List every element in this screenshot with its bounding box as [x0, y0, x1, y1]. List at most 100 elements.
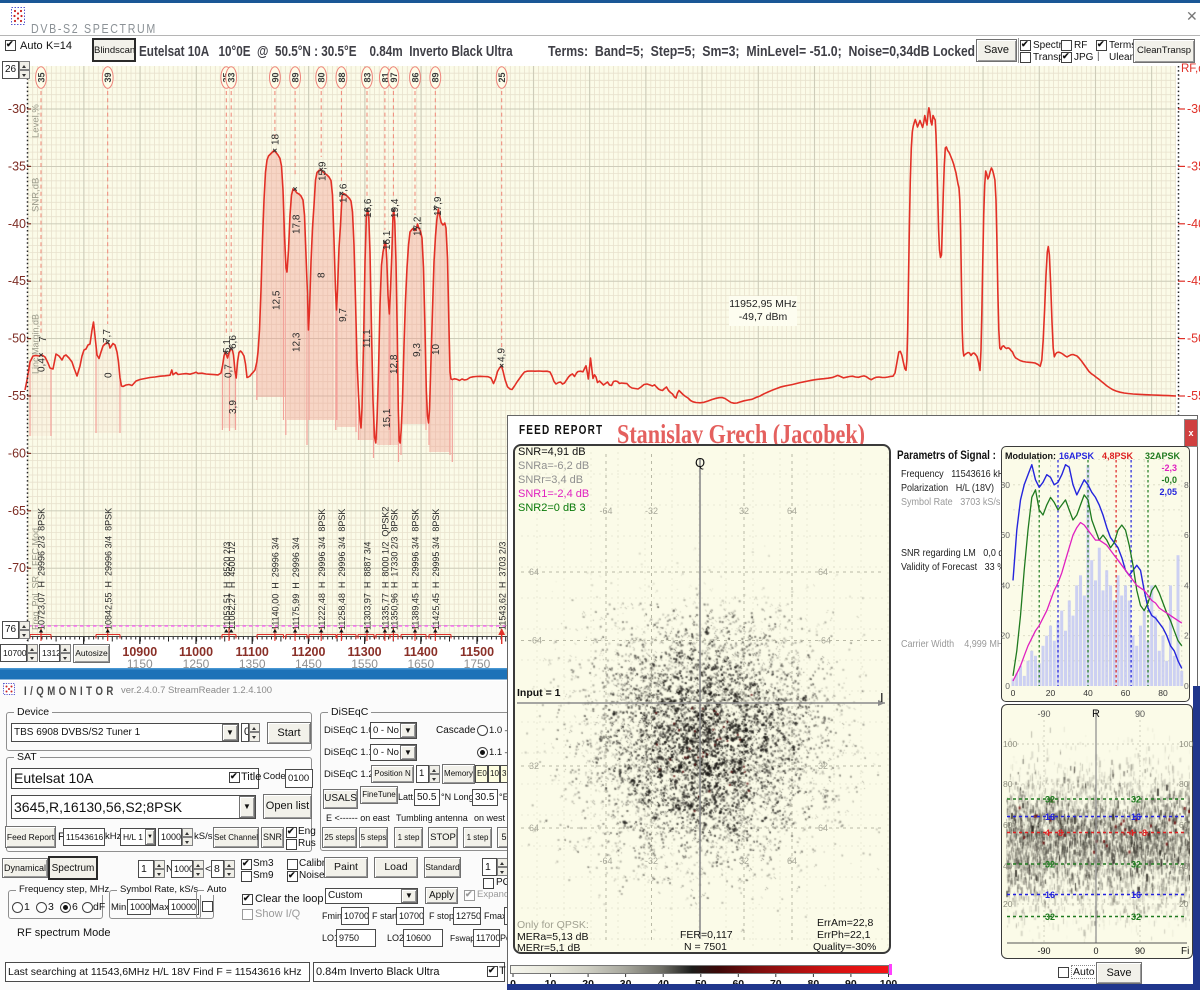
svg-text:90: 90 [1135, 709, 1145, 719]
svg-text:80: 80 [1003, 779, 1013, 789]
svg-text:Modulation:: Modulation: [1005, 451, 1056, 461]
svg-text:11425,45 H 29995 3/4 8PSK: 11425,45 H 29995 3/4 8PSK [431, 509, 441, 630]
svg-text:40: 40 [1179, 861, 1189, 871]
svg-text:40: 40 [1184, 580, 1190, 590]
svg-text:10: 10 [431, 343, 442, 355]
svg-text:-35: -35 [1187, 159, 1200, 173]
svg-text:-32: -32 [645, 856, 658, 866]
svg-text:20: 20 [1003, 899, 1013, 909]
svg-text:60: 60 [1179, 820, 1189, 830]
svg-text:64: 64 [529, 823, 539, 833]
svg-text:64: 64 [787, 506, 797, 516]
svg-text:16APSK: 16APSK [1059, 451, 1095, 461]
svg-text:7,7: 7,7 [102, 329, 113, 343]
svg-text:0: 0 [1184, 681, 1189, 691]
svg-text:11350,96 H 17330 2/3 8PSK: 11350,96 H 17330 2/3 8PSK [390, 509, 400, 630]
svg-text:80: 80 [1184, 480, 1190, 490]
svg-text:32APSK: 32APSK [1145, 451, 1181, 461]
svg-text:32: 32 [1131, 912, 1141, 922]
svg-text:88: 88 [337, 72, 347, 82]
svg-text:11,1: 11,1 [362, 329, 373, 348]
svg-text:11062,27 H 4500 1/2: 11062,27 H 4500 1/2 [227, 542, 237, 630]
svg-text:-32: -32 [645, 506, 658, 516]
svg-text:11222,48 H 29996 3/4 8PSK: 11222,48 H 29996 3/4 8PSK [317, 509, 327, 630]
svg-text:9,7: 9,7 [338, 308, 349, 322]
svg-text:80: 80 [1158, 688, 1168, 698]
svg-text:18: 18 [271, 133, 282, 145]
svg-text:10723,07 H 29996 2/3 8PSK: 10723,07 H 29996 2/3 8PSK [37, 508, 47, 630]
svg-text:0: 0 [1093, 946, 1098, 956]
svg-text:4,9: 4,9 [497, 348, 508, 362]
svg-text:80: 80 [1179, 779, 1189, 789]
svg-text:100: 100 [1003, 739, 1017, 749]
svg-text:-64: -64 [599, 506, 612, 516]
svg-text:-35: -35 [8, 159, 26, 173]
svg-text:-50: -50 [1187, 332, 1200, 346]
svg-text:11543,62 H 3703 2/3: 11543,62 H 3703 2/3 [498, 542, 508, 630]
svg-text:20: 20 [1046, 688, 1056, 698]
svg-text:32: 32 [739, 506, 749, 516]
svg-text:40: 40 [1001, 580, 1010, 590]
svg-text:25: 25 [497, 72, 507, 82]
svg-text:-45: -45 [1187, 274, 1200, 288]
svg-text:19,4: 19,4 [390, 198, 401, 218]
svg-text:-64: -64 [599, 856, 612, 866]
svg-text:64: 64 [818, 567, 828, 577]
svg-text:60: 60 [1003, 820, 1013, 830]
svg-text:20: 20 [1179, 899, 1189, 909]
svg-text:32: 32 [529, 761, 539, 771]
svg-text:12,5: 12,5 [272, 290, 283, 310]
svg-text:-40: -40 [1187, 217, 1200, 231]
svg-text:-65: -65 [8, 504, 26, 518]
svg-text:-0,0: -0,0 [1161, 475, 1177, 485]
svg-text:11175,99 H 29996 3/4: 11175,99 H 29996 3/4 [291, 537, 301, 630]
svg-text:4: 4 [1129, 828, 1134, 838]
svg-text:RF,d: RF,d [1181, 63, 1200, 75]
svg-text:60: 60 [1121, 688, 1131, 698]
svg-text:2,05: 2,05 [1159, 487, 1177, 497]
svg-text:32: 32 [1045, 860, 1055, 870]
svg-text:90: 90 [1135, 946, 1145, 956]
svg-text:-49,7 dBm: -49,7 dBm [739, 311, 788, 323]
svg-text:11303,97 H 8887 3/4: 11303,97 H 8887 3/4 [363, 542, 373, 630]
svg-text:8: 8 [1058, 828, 1063, 838]
svg-text:40: 40 [1003, 861, 1013, 871]
svg-text:16: 16 [1131, 812, 1141, 822]
svg-text:8: 8 [317, 272, 328, 278]
svg-text:16: 16 [1131, 890, 1141, 900]
svg-text:12,8: 12,8 [389, 354, 400, 374]
svg-text:17,2: 17,2 [413, 216, 424, 236]
svg-text:Fi: Fi [1181, 946, 1189, 957]
svg-text:-90: -90 [1037, 946, 1050, 956]
svg-text:17,8: 17,8 [292, 214, 303, 234]
svg-text:80: 80 [1001, 480, 1010, 490]
svg-text:89: 89 [431, 72, 441, 82]
svg-text:-55: -55 [8, 389, 26, 403]
svg-text:4: 4 [1045, 828, 1050, 838]
svg-text:11258,48 H 29996 3/4 8PSK: 11258,48 H 29996 3/4 8PSK [337, 509, 347, 630]
svg-text:64: 64 [529, 567, 539, 577]
svg-text:33: 33 [227, 72, 237, 82]
svg-text:-90: -90 [1037, 709, 1050, 719]
svg-text:97: 97 [389, 72, 399, 82]
svg-text:-60: -60 [8, 446, 26, 460]
svg-text:15,1: 15,1 [382, 408, 393, 428]
svg-text:32: 32 [818, 761, 828, 771]
svg-text:89: 89 [291, 72, 301, 82]
svg-text:20: 20 [1001, 631, 1010, 641]
svg-text:16: 16 [1045, 812, 1055, 822]
svg-text:32: 32 [739, 856, 749, 866]
svg-text:32: 32 [1131, 860, 1141, 870]
svg-text:-40: -40 [8, 217, 26, 231]
svg-text:SNR,dB: SNR,dB [31, 178, 42, 212]
svg-text:9,3: 9,3 [412, 343, 423, 357]
svg-text:80: 80 [317, 72, 327, 82]
svg-text:64: 64 [818, 823, 828, 833]
svg-text:3,9: 3,9 [228, 400, 239, 414]
svg-text:4,8PSK: 4,8PSK [1102, 451, 1134, 461]
svg-text:-30: -30 [8, 102, 26, 116]
svg-text:40: 40 [1083, 688, 1093, 698]
svg-text:32: 32 [1045, 795, 1055, 805]
svg-text:Linc Margin,dB: Linc Margin,dB [31, 314, 41, 374]
svg-text:0,7: 0,7 [224, 364, 235, 378]
